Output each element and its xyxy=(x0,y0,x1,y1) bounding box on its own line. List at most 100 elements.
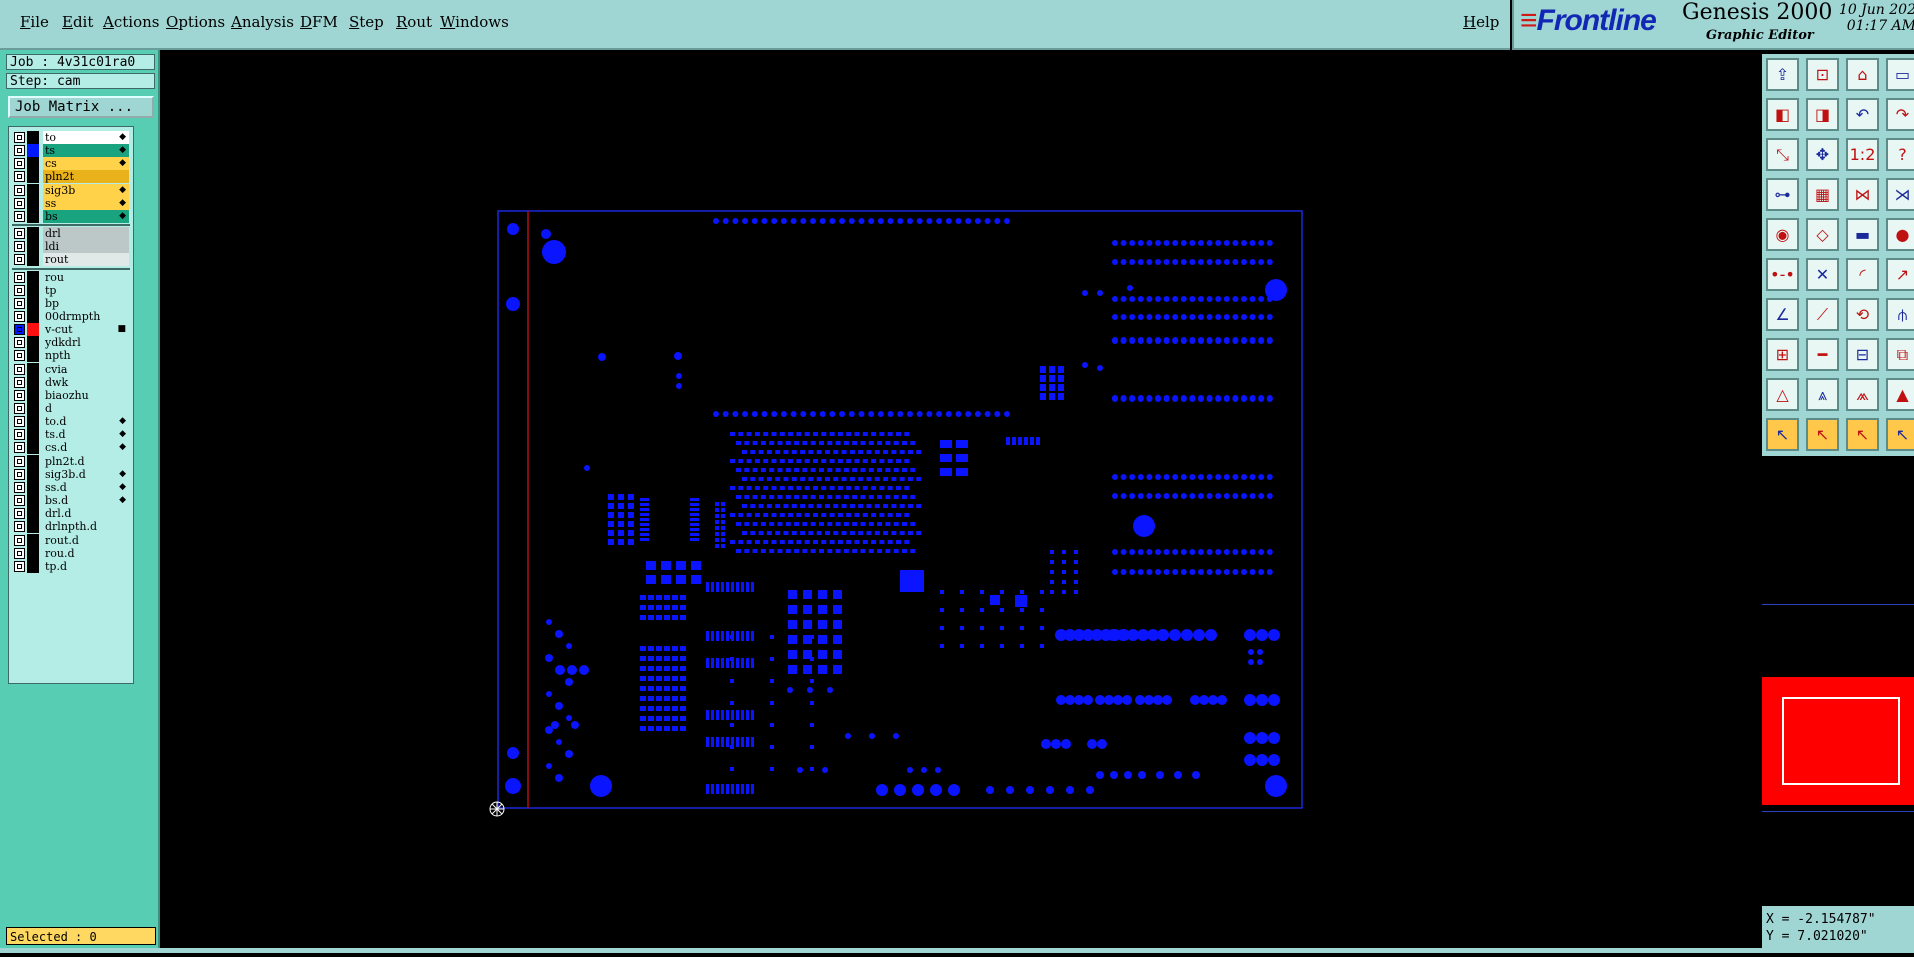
layer-color-swatch[interactable] xyxy=(27,362,39,376)
ruler-tool-button[interactable]: ▬ xyxy=(1846,218,1879,251)
layer-row[interactable]: to ◆ xyxy=(12,131,132,144)
layer-color-swatch[interactable] xyxy=(27,240,39,254)
cross-tool-button[interactable]: ✕ xyxy=(1806,258,1839,291)
layer-checkbox[interactable] xyxy=(14,508,25,520)
move-tool-button[interactable]: ⊞ xyxy=(1766,338,1799,371)
layer-row[interactable]: ts.d ◆ xyxy=(12,428,132,442)
slant-tool-button[interactable]: ∠ xyxy=(1766,298,1799,331)
layer-name[interactable]: tp.d xyxy=(43,559,129,573)
layer-name[interactable]: drl xyxy=(43,227,129,241)
layer-row[interactable]: drl xyxy=(12,227,132,241)
layer-checkbox[interactable] xyxy=(14,442,25,454)
layer-color-swatch[interactable] xyxy=(27,467,39,481)
layer-name[interactable]: bp xyxy=(43,296,129,310)
tri1-tool-button[interactable]: △ xyxy=(1766,378,1799,411)
layer-checkbox[interactable] xyxy=(14,145,25,157)
help-tool-button[interactable]: ? xyxy=(1886,138,1914,171)
layer-row[interactable]: cs ◆ xyxy=(12,157,132,171)
layer-checkbox[interactable] xyxy=(14,560,25,572)
layer-checkbox[interactable] xyxy=(14,534,25,546)
layer-checkbox[interactable] xyxy=(14,481,25,493)
layer-color-swatch[interactable] xyxy=(27,349,39,363)
layer-name[interactable]: rout.d xyxy=(43,533,129,547)
layer-row[interactable]: tp xyxy=(12,283,132,297)
menu-step[interactable]: Step xyxy=(349,13,384,31)
arrow-red-tool-button[interactable]: ↗ xyxy=(1886,258,1914,291)
layer-name[interactable]: ts.d xyxy=(43,428,129,442)
layer-checkbox[interactable] xyxy=(14,184,25,196)
layer-color-swatch[interactable] xyxy=(27,296,39,310)
pointer4-tool-button[interactable]: ↖ xyxy=(1886,418,1914,451)
layer-row[interactable]: biaozhu xyxy=(12,388,132,402)
net-tool-button[interactable]: ⋈ xyxy=(1846,178,1879,211)
layer-color-swatch[interactable] xyxy=(27,270,39,284)
layer-checkbox[interactable] xyxy=(14,389,25,401)
zoom-home-tool-button[interactable]: ✥ xyxy=(1806,138,1839,171)
layer-checkbox[interactable] xyxy=(14,228,25,240)
curve-tool-button[interactable]: ⟲ xyxy=(1846,298,1879,331)
layer-checkbox[interactable] xyxy=(14,468,25,480)
snap-tool-button[interactable]: ⇪ xyxy=(1766,58,1799,91)
layer-color-swatch[interactable] xyxy=(27,144,39,158)
layer-color-swatch[interactable] xyxy=(27,520,39,534)
layer-name[interactable]: to xyxy=(43,131,129,144)
layer-row[interactable]: ss.d ◆ xyxy=(12,480,132,494)
layer-color-swatch[interactable] xyxy=(27,227,39,241)
layer-name[interactable]: sig3b xyxy=(43,183,129,197)
layer-name[interactable]: ydkdrl xyxy=(43,336,129,350)
window-tool-button[interactable]: ▭ xyxy=(1886,58,1914,91)
menu-actions[interactable]: Actions xyxy=(103,13,159,31)
layer-checkbox[interactable] xyxy=(14,337,25,349)
prev-tool-button[interactable]: ◧ xyxy=(1766,98,1799,131)
layer-color-swatch[interactable] xyxy=(27,196,39,210)
layer-row[interactable]: pln2t.d xyxy=(12,454,132,468)
layer-checkbox[interactable] xyxy=(14,403,25,414)
layer-checkbox[interactable] xyxy=(14,521,25,533)
group-tool-button[interactable]: ⧉ xyxy=(1886,338,1914,371)
layer-row[interactable]: bs ◆ xyxy=(12,209,132,223)
job-matrix-button[interactable]: Job Matrix ... xyxy=(8,96,154,118)
overview-map[interactable] xyxy=(1762,604,1914,812)
layer-checkbox[interactable] xyxy=(14,158,25,170)
layer-name[interactable]: drl.d xyxy=(43,507,129,521)
layer-row[interactable]: 00drmpth xyxy=(12,309,132,323)
line-tool-button[interactable]: •‐• xyxy=(1766,258,1799,291)
tri2-tool-button[interactable]: ⩓ xyxy=(1806,378,1839,411)
undo-tool-button[interactable]: ↶ xyxy=(1846,98,1879,131)
layer-name[interactable]: bs.d xyxy=(43,494,129,508)
layer-row[interactable]: tp.d xyxy=(12,559,132,573)
diag-tool-button[interactable]: ⟋ xyxy=(1806,298,1839,331)
shape-tool-button[interactable]: ◇ xyxy=(1806,218,1839,251)
layer-row[interactable]: d xyxy=(12,402,132,415)
layer-color-swatch[interactable] xyxy=(27,375,39,389)
pcb-board[interactable] xyxy=(160,50,1760,953)
layer-checkbox[interactable] xyxy=(14,310,25,322)
layer-name[interactable]: rou.d xyxy=(43,546,129,560)
layer-checkbox[interactable] xyxy=(14,324,25,336)
layer-name[interactable]: npth xyxy=(43,349,129,363)
layer-row[interactable]: sig3b ◆ xyxy=(12,183,132,197)
layer-name[interactable]: drlnpth.d xyxy=(43,520,129,534)
layer-color-swatch[interactable] xyxy=(27,131,39,144)
menu-edit[interactable]: Edit xyxy=(62,13,93,31)
layer-color-swatch[interactable] xyxy=(27,402,39,415)
layer-color-swatch[interactable] xyxy=(27,170,39,184)
layer-row[interactable]: rou xyxy=(12,270,132,284)
tri4-tool-button[interactable]: ▲ xyxy=(1886,378,1914,411)
layer-name[interactable]: sig3b.d xyxy=(43,467,129,481)
layer-row[interactable]: ydkdrl xyxy=(12,336,132,350)
zoom-fit-tool-button[interactable]: ⤡ xyxy=(1766,138,1799,171)
layer-row[interactable]: bp xyxy=(12,296,132,310)
layer-checkbox[interactable] xyxy=(14,254,25,266)
pointer-tool-button[interactable]: ↖ xyxy=(1766,418,1799,451)
layer-name[interactable]: biaozhu xyxy=(43,388,129,402)
layer-name[interactable]: cs.d xyxy=(43,441,129,455)
layer-row[interactable]: cvia xyxy=(12,362,132,376)
layer-row[interactable]: drlnpth.d xyxy=(12,520,132,534)
layer-checkbox[interactable] xyxy=(14,363,25,375)
layer-color-swatch[interactable] xyxy=(27,454,39,468)
layer-name[interactable]: ldi xyxy=(43,240,129,254)
layer-checkbox[interactable] xyxy=(14,297,25,309)
layer-row[interactable]: rou.d xyxy=(12,546,132,560)
layer-name[interactable]: ss xyxy=(43,196,129,210)
